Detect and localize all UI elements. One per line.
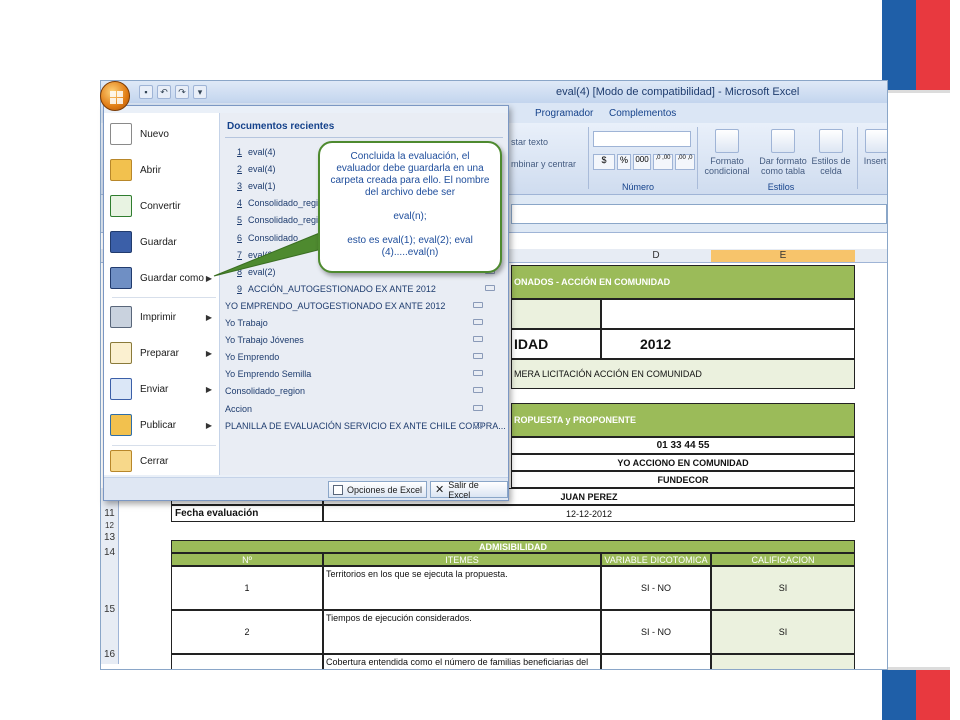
callout-text: Concluida la evaluación, el evaluador de… <box>330 151 490 258</box>
callout-arrow <box>213 231 335 277</box>
instruction-callout: Concluida la evaluación, el evaluador de… <box>318 141 502 273</box>
